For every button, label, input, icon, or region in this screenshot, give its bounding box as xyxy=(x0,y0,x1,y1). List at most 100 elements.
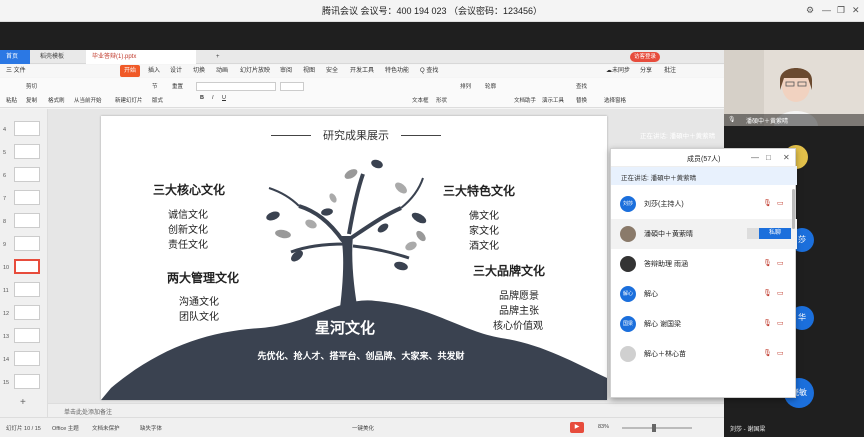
notes-bar[interactable]: 单击此处添加备注 xyxy=(48,403,724,417)
textbox-button[interactable]: 文本框 xyxy=(412,96,429,104)
slide-thumbnail[interactable] xyxy=(14,374,40,389)
cut-button[interactable]: 剪切 xyxy=(26,82,37,90)
add-slide-icon[interactable]: + xyxy=(20,397,26,408)
format-painter-button[interactable]: 格式刷 xyxy=(48,96,65,104)
font-size-select[interactable] xyxy=(280,82,304,91)
zoom-level[interactable]: 83% xyxy=(598,424,609,430)
member-row[interactable]: 刘莎 刘莎(主持人) 🎙 ▭ xyxy=(611,189,797,219)
center-title: 星河文化 xyxy=(315,319,376,337)
member-row[interactable]: 解心 解心 🎙 ▭ xyxy=(611,279,797,309)
mic-muted-icon[interactable]: 🎙 xyxy=(763,349,772,357)
menu-search[interactable]: Q 查找 xyxy=(420,65,438,77)
selection-pane-button[interactable]: 选择窗格 xyxy=(604,96,626,104)
outline-button[interactable]: 轮廓 xyxy=(485,82,496,90)
slide-thumbnail[interactable] xyxy=(14,282,40,297)
member-row[interactable]: 答辩助理 雨涵 🎙 ▭ xyxy=(611,249,797,279)
copy-button[interactable]: 复制 xyxy=(26,96,37,104)
menu-file[interactable]: 三 文件 xyxy=(6,65,26,77)
zoom-slider-handle[interactable] xyxy=(652,424,656,432)
minimize-icon[interactable]: — xyxy=(822,5,831,15)
beautify-button[interactable]: 一键美化 xyxy=(352,424,374,432)
bold-icon[interactable]: B xyxy=(200,95,204,101)
slide-thumbnail[interactable] xyxy=(14,328,40,343)
menu-transition[interactable]: 切换 xyxy=(193,65,205,77)
mic-muted-icon[interactable]: 🎙 xyxy=(763,319,772,327)
menu-start[interactable]: 开始 xyxy=(120,65,141,77)
arrange-button[interactable]: 排列 xyxy=(460,82,471,90)
menu-animation[interactable]: 动画 xyxy=(216,65,228,77)
member-row[interactable]: 国梁 解心 谢国梁 🎙 ▭ xyxy=(611,309,797,339)
font-name-select[interactable] xyxy=(196,82,276,91)
guest-login-badge[interactable]: 访客登录 xyxy=(630,52,661,62)
slide-thumbnail-active[interactable] xyxy=(14,259,40,274)
cloud-sync-status[interactable]: ☁未同步 xyxy=(606,65,630,77)
camera-off-icon[interactable]: ▭ xyxy=(777,319,784,327)
member-name: 解心 谢国梁 xyxy=(644,321,681,328)
camera-off-icon[interactable]: ▭ xyxy=(777,349,784,357)
slide-thumbnail[interactable] xyxy=(14,167,40,182)
private-chat-button[interactable]: 私聊 xyxy=(759,228,791,239)
missing-fonts[interactable]: 缺失字体 xyxy=(140,424,162,432)
section-button[interactable]: 节 xyxy=(152,82,158,90)
zoom-slider[interactable] xyxy=(622,427,692,429)
slide-thumbnail[interactable] xyxy=(14,213,40,228)
underline-icon[interactable]: U xyxy=(222,95,226,101)
camera-off-icon[interactable]: ▭ xyxy=(777,259,784,267)
minimize-icon[interactable]: — xyxy=(751,153,759,162)
maximize-icon[interactable]: ❐ xyxy=(837,5,845,16)
protection-status[interactable]: 文档未保护 xyxy=(92,424,120,432)
speaking-text: 正在讲话: 潘碩中＋黄萦晴 xyxy=(621,175,697,182)
ribbon-menu: 三 文件 开始 插入 设计 切换 动画 幻灯片放映 审阅 视图 安全 开发工具 … xyxy=(0,65,724,77)
members-scrollbar[interactable] xyxy=(792,189,795,229)
member-row-hover[interactable]: 潘碩中＋黄萦晴 私聊 xyxy=(611,219,797,249)
menu-review[interactable]: 审阅 xyxy=(280,65,292,77)
theme-name[interactable]: Office 主题 xyxy=(52,424,79,432)
menu-slideshow[interactable]: 幻灯片放映 xyxy=(240,65,270,77)
tab-templates[interactable]: 稻壳模板 xyxy=(34,50,70,64)
shape-button[interactable]: 形状 xyxy=(436,96,447,104)
member-name: 刘莎(主持人) xyxy=(644,201,684,208)
slide[interactable]: 研究成果展示 三大核心文化 诚信文化 创新文化 责任文化 两大管理文化 沟通文化… xyxy=(101,116,607,400)
item-team: 团队文化 xyxy=(179,312,219,323)
tab-home[interactable]: 首页 xyxy=(0,50,30,64)
mic-muted-icon[interactable]: 🎙 xyxy=(763,289,772,297)
play-from-current-button[interactable]: 从当前开始 xyxy=(74,96,102,104)
maximize-icon[interactable]: □ xyxy=(766,153,771,162)
comment-button[interactable]: 批注 xyxy=(664,65,676,77)
member-row[interactable]: 解心＋林心苗 🎙 ▭ xyxy=(611,339,797,369)
mic-muted-icon[interactable]: 🎙 xyxy=(763,259,772,267)
camera-off-icon[interactable]: ▭ xyxy=(777,199,784,207)
menu-design[interactable]: 设计 xyxy=(170,65,182,77)
menu-features[interactable]: 特色功能 xyxy=(385,65,409,77)
meeting-title: 腾讯会议 会议号：400 194 023 （会议密码：123456） xyxy=(321,6,543,16)
present-tools-button[interactable]: 演示工具 xyxy=(542,96,564,104)
heading-feature-culture: 三大特色文化 xyxy=(443,184,516,198)
doc-assistant-button[interactable]: 文档助手 xyxy=(514,96,536,104)
italic-icon[interactable]: I xyxy=(212,95,214,101)
play-slideshow-button[interactable]: ▶ xyxy=(570,422,584,433)
mic-muted-icon[interactable]: 🎙 xyxy=(763,199,772,207)
tab-document[interactable]: 毕业答辩(1).pptx xyxy=(86,50,196,64)
new-slide-button[interactable]: 新建幻灯片 xyxy=(115,96,143,104)
reset-button[interactable]: 重置 xyxy=(172,82,183,90)
camera-off-icon[interactable]: ▭ xyxy=(777,289,784,297)
menu-security[interactable]: 安全 xyxy=(326,65,338,77)
slide-thumbnail[interactable] xyxy=(14,121,40,136)
layout-button[interactable]: 版式 xyxy=(152,96,163,104)
menu-insert[interactable]: 插入 xyxy=(148,65,160,77)
paste-button[interactable]: 粘贴 xyxy=(6,96,17,104)
replace-button[interactable]: 替换 xyxy=(576,96,587,104)
new-tab-button[interactable]: + xyxy=(210,50,226,64)
slide-thumbnail[interactable] xyxy=(14,190,40,205)
menu-devtools[interactable]: 开发工具 xyxy=(350,65,374,77)
slide-thumbnail[interactable] xyxy=(14,236,40,251)
share-button[interactable]: 分享 xyxy=(640,65,652,77)
slide-thumbnail[interactable] xyxy=(14,351,40,366)
slide-thumbnail[interactable] xyxy=(14,144,40,159)
close-icon[interactable]: ✕ xyxy=(852,5,860,16)
find-button[interactable]: 查找 xyxy=(576,82,587,90)
settings-icon[interactable]: ⚙ xyxy=(806,5,814,16)
close-icon[interactable]: ✕ xyxy=(783,153,790,162)
slide-thumbnail[interactable] xyxy=(14,305,40,320)
menu-view[interactable]: 视图 xyxy=(303,65,315,77)
